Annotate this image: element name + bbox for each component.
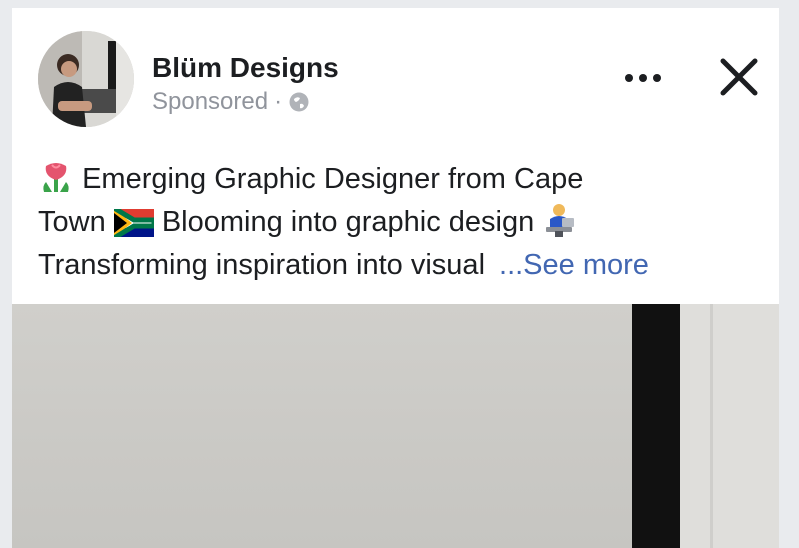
post-text-line: Emerging Graphic Designer from Cape: [38, 158, 768, 201]
separator-dot: ·: [274, 88, 283, 115]
more-dot: [653, 74, 661, 82]
more-dot: [639, 74, 647, 82]
post-text-line-2b: Blooming into graphic design: [161, 206, 535, 238]
see-more-link[interactable]: ...See more: [499, 249, 649, 281]
post-image[interactable]: [12, 304, 779, 548]
page-name-link[interactable]: Blüm Designs: [152, 52, 339, 84]
globe-icon: [289, 92, 309, 112]
sponsored-post-card: Blüm Designs Sponsored · Emerging Graphi…: [12, 8, 779, 548]
sponsored-label-row: Sponsored ·: [152, 88, 310, 116]
page-avatar[interactable]: [38, 31, 134, 127]
post-text-line-3: Transforming inspiration into visual: [38, 249, 486, 281]
post-text-line: Town Blooming into graphic design: [38, 201, 768, 244]
more-horizontal-icon: [625, 74, 633, 82]
tulip-emoji-icon: [43, 163, 69, 192]
post-text: Emerging Graphic Designer from Cape Town…: [38, 158, 768, 287]
more-options-button[interactable]: [608, 56, 678, 100]
close-icon[interactable]: [714, 52, 764, 102]
post-text-line-2a: Town: [38, 206, 106, 238]
sponsored-label[interactable]: Sponsored: [152, 88, 268, 116]
post-text-line-1: Emerging Graphic Designer from Cape: [82, 163, 584, 195]
person-at-desk-emoji-icon: [546, 204, 575, 237]
avatar-photo: [38, 31, 134, 127]
post-text-line: Transforming inspiration into visual ...S…: [38, 244, 768, 287]
south-africa-flag-icon: [113, 209, 154, 237]
image-door-frame: [632, 304, 680, 548]
image-door-panel: [680, 304, 779, 548]
image-door-edge: [710, 304, 713, 548]
